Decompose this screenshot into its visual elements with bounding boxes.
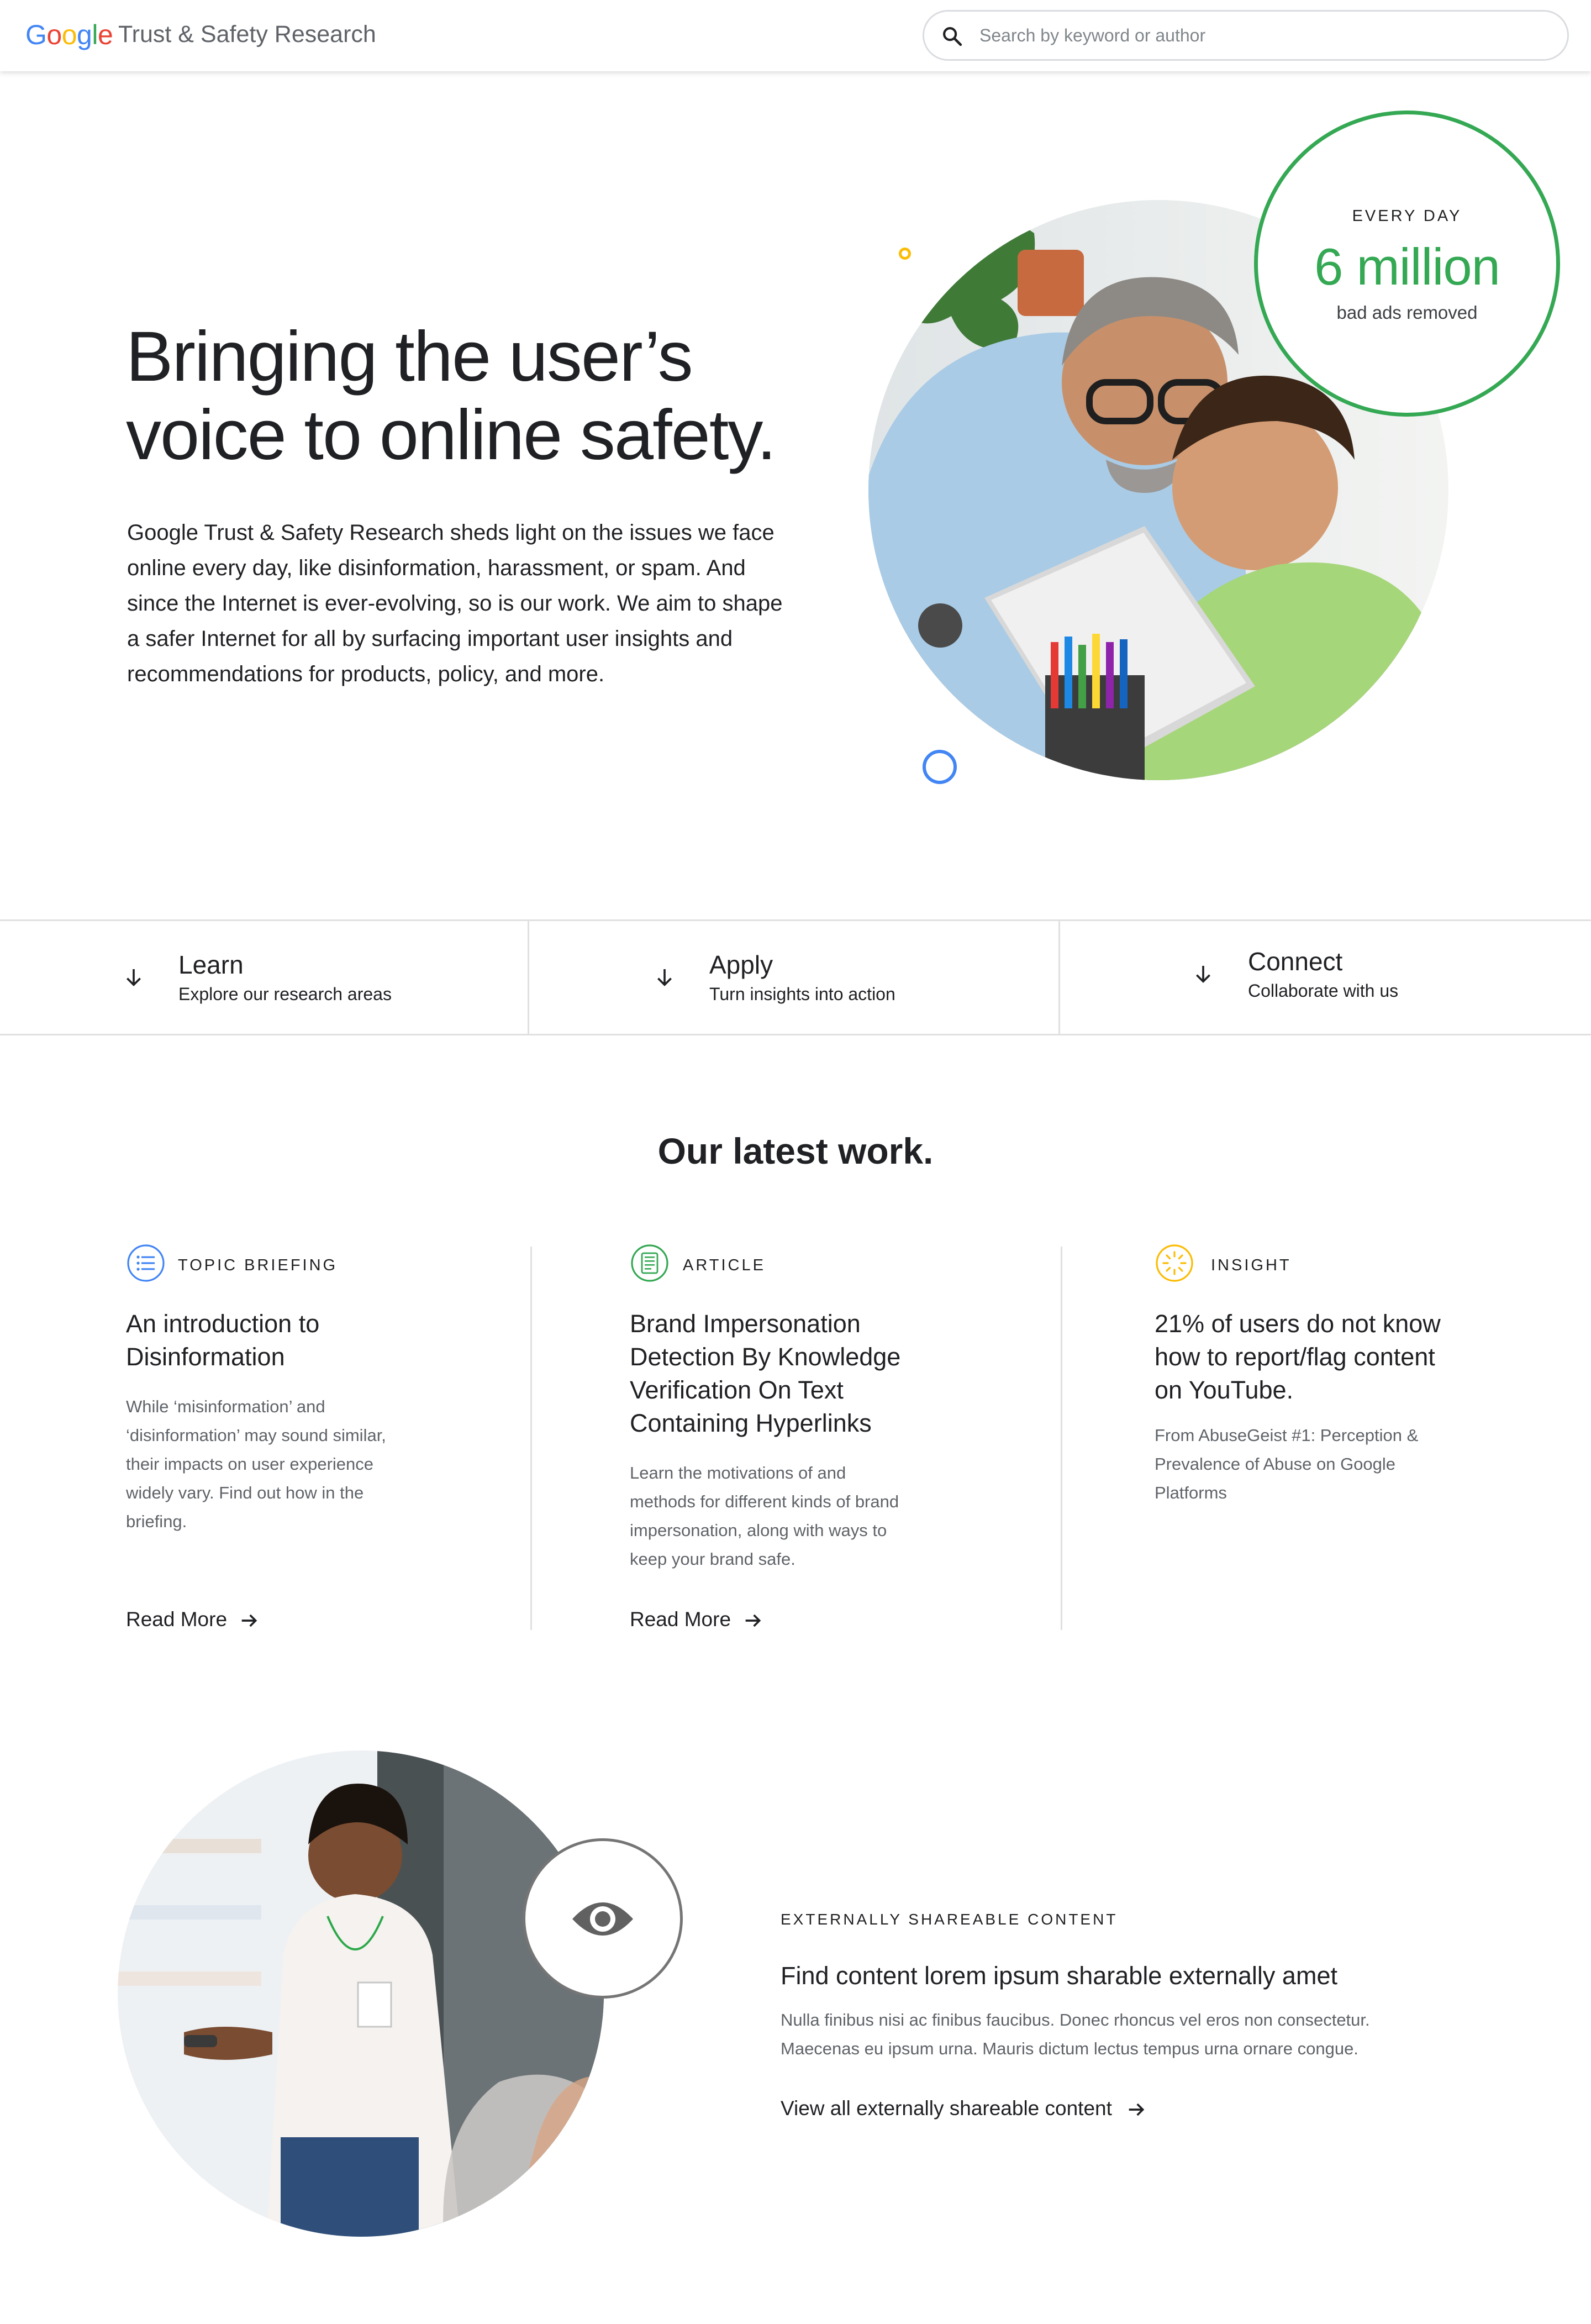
column-divider	[530, 1247, 532, 1630]
column-divider	[1061, 1247, 1062, 1630]
card-description: Learn the motivations of and methods for…	[630, 1463, 899, 1569]
shareable-title: Find content lorem ipsum sharable extern…	[781, 1962, 1337, 1990]
decorative-yellow-dot	[899, 248, 911, 260]
card-description: From AbuseGeist #1: Perception & Prevale…	[1155, 1426, 1419, 1502]
latest-work-title: Our latest work.	[657, 1131, 934, 1171]
hero-title: Bringing the user’s voice to online safe…	[126, 317, 776, 475]
stat-label: EVERY DAY	[1352, 207, 1462, 225]
arrow-right-icon	[745, 1614, 761, 1627]
article-icon	[631, 1244, 668, 1282]
card-title[interactable]: An introduction to Disinformation	[126, 1307, 319, 1374]
nav-subtitle: Turn insights into action	[709, 984, 895, 1004]
nav-title: Apply	[709, 950, 773, 979]
stat-callout: EVERY DAY 6 million bad ads removed	[1254, 111, 1560, 417]
nav-subtitle: Explore our research areas	[178, 984, 392, 1004]
site-title[interactable]: Trust & Safety Research	[118, 21, 376, 48]
view-all-shareable-link[interactable]: View all externally shareable content	[781, 2097, 1147, 2121]
card-type-label: ARTICLE	[683, 1256, 766, 1274]
hero-description: Google Trust & Safety Research sheds lig…	[127, 520, 783, 686]
read-more-link[interactable]: Read More	[126, 1608, 260, 1632]
read-more-link[interactable]: Read More	[630, 1608, 764, 1632]
arrow-down-icon	[127, 969, 141, 986]
presenter-photo	[118, 1750, 604, 2237]
nav-item-connect[interactable]: Connect Collaborate with us	[1062, 921, 1591, 1034]
shareable-eyebrow: EXTERNALLY SHAREABLE CONTENT	[781, 1911, 1118, 1928]
card-type-label: INSIGHT	[1211, 1256, 1292, 1274]
arrow-down-icon	[657, 969, 672, 986]
nav-item-apply[interactable]: Apply Turn insights into action	[531, 921, 1060, 1034]
card-description: While ‘misinformation’ and ‘disinformati…	[126, 1397, 386, 1531]
arrow-right-icon	[241, 1614, 257, 1627]
search-input[interactable]	[979, 17, 1554, 54]
nav-item-learn[interactable]: Learn Explore our research areas	[0, 921, 529, 1034]
card-title[interactable]: 21% of users do not know how to report/f…	[1155, 1307, 1441, 1407]
decorative-blue-ring	[923, 750, 957, 784]
eye-callout	[523, 1838, 683, 1999]
nav-title: Learn	[178, 950, 244, 979]
card-title[interactable]: Brand Impersonation Detection By Knowled…	[630, 1307, 900, 1440]
stat-description: bad ads removed	[1336, 302, 1478, 323]
lightbulb-burst-icon	[1156, 1244, 1193, 1282]
card-type-label: TOPIC BRIEFING	[178, 1256, 338, 1274]
page: Google Trust & Safety Research Bringing …	[0, 0, 1591, 2324]
top-header: Google Trust & Safety Research	[0, 0, 1591, 71]
list-icon	[127, 1244, 165, 1282]
search-box[interactable]	[923, 10, 1569, 61]
google-logo[interactable]: Google	[25, 19, 113, 51]
arrow-down-icon	[1196, 966, 1210, 983]
section-nav: Learn Explore our research areas Apply T…	[0, 919, 1591, 1035]
nav-subtitle: Collaborate with us	[1248, 981, 1399, 1001]
nav-title: Connect	[1248, 947, 1343, 976]
stat-value: 6 million	[1314, 238, 1500, 296]
eye-icon	[572, 1902, 633, 1936]
shareable-description: Nulla finibus nisi ac finibus faucibus. …	[781, 2010, 1370, 2058]
arrow-right-icon	[1129, 2103, 1145, 2116]
search-icon[interactable]	[941, 25, 964, 48]
